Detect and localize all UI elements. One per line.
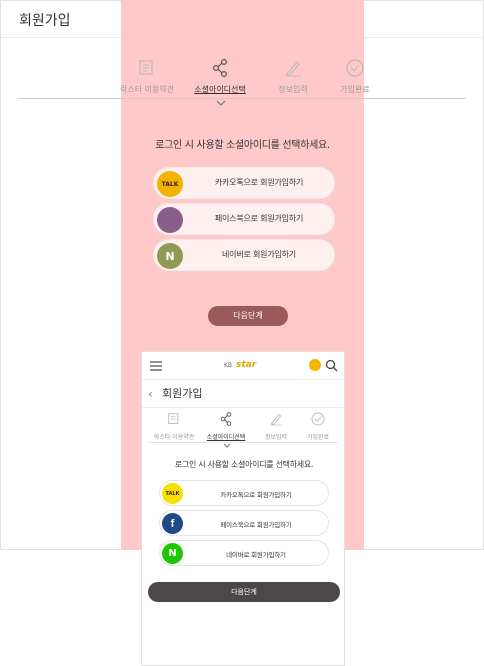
button-label: 페이스북으로 회원가입하기 xyxy=(214,214,304,223)
back-icon[interactable]: ‹ xyxy=(148,387,153,401)
next-step-button[interactable]: 다음단계 xyxy=(148,582,340,602)
step-indicator: 락스타 이용약관 소셜아이디선택 정보입력 가입완료 xyxy=(0,56,484,100)
document-icon xyxy=(139,60,153,75)
share-icon xyxy=(212,58,228,78)
button-label: 카카오톡으로 회원가입하기 xyxy=(220,491,292,499)
mobile-header: KB star xyxy=(142,352,344,380)
logo-prefix: KB xyxy=(224,362,233,369)
document-icon xyxy=(168,413,179,424)
kakao-signup-button[interactable]: TALK 카카오톡으로 회원가입하기 xyxy=(153,167,335,199)
step-complete: 가입완료 xyxy=(292,410,344,441)
facebook-signup-button[interactable]: f 페이스북으로 회원가입하기 xyxy=(159,510,329,536)
chevron-down-icon xyxy=(216,100,226,106)
kb-star-logo[interactable]: KB star xyxy=(222,358,272,374)
share-icon xyxy=(220,412,232,426)
check-circle-icon xyxy=(311,412,325,426)
naver-icon: N xyxy=(157,243,183,269)
search-icon[interactable] xyxy=(325,359,338,372)
button-label: 페이스북으로 회원가입하기 xyxy=(220,521,292,529)
kakao-signup-button[interactable]: TALK 카카오톡으로 회원가입하기 xyxy=(159,480,329,506)
check-circle-icon xyxy=(346,59,364,77)
button-label: 네이버로 회원가입하기 xyxy=(222,250,296,259)
step-social-select: 소셜아이디선택 xyxy=(200,410,252,441)
button-label: 네이버로 회원가입하기 xyxy=(226,551,286,559)
steps-divider xyxy=(148,442,338,443)
step-label: 락스타 이용약관 xyxy=(153,434,195,441)
mobile-signup: KB star ‹ 회원가입 락스타 이용약관 소셜아이디선택 정보입력 가입완… xyxy=(141,351,345,666)
mobile-step-indicator: 락스타 이용약관 소셜아이디선택 정보입력 가입완료 xyxy=(142,410,344,446)
facebook-signup-button[interactable]: 페이스북으로 회원가입하기 xyxy=(153,203,335,235)
hamburger-menu-icon[interactable] xyxy=(150,360,162,372)
mobile-headline: 로그인 시 사용할 소셜아이디를 선택하세요. xyxy=(174,460,314,469)
step-complete: 가입완료 xyxy=(310,56,400,95)
naver-icon: N xyxy=(162,543,183,564)
pen-icon xyxy=(270,413,282,426)
user-icon[interactable] xyxy=(309,359,321,371)
facebook-icon: f xyxy=(162,513,183,534)
step-label: 가입완료 xyxy=(306,434,330,441)
step-label: 소셜아이디선택 xyxy=(206,434,246,441)
step-terms: 락스타 이용약관 xyxy=(148,410,200,441)
kakao-talk-icon: TALK xyxy=(157,171,183,197)
steps-divider xyxy=(18,98,466,99)
facebook-icon xyxy=(157,207,183,233)
pen-icon xyxy=(285,61,301,77)
button-label: 카카오톡으로 회원가입하기 xyxy=(214,178,304,187)
naver-signup-button[interactable]: N 네이버로 회원가입하기 xyxy=(159,540,329,566)
headline: 로그인 시 사용할 소셜아이디를 선택하세요. xyxy=(155,140,330,151)
next-step-button[interactable]: 다음단계 xyxy=(208,306,288,326)
logo-brand: star xyxy=(236,360,257,370)
mobile-page-title: 회원가입 xyxy=(162,387,203,400)
chevron-down-icon xyxy=(223,443,231,448)
naver-signup-button[interactable]: N 네이버로 회원가입하기 xyxy=(153,239,335,271)
title-divider xyxy=(142,407,344,408)
step-label: 가입완료 xyxy=(340,85,370,94)
kakao-talk-icon: TALK xyxy=(162,483,183,504)
